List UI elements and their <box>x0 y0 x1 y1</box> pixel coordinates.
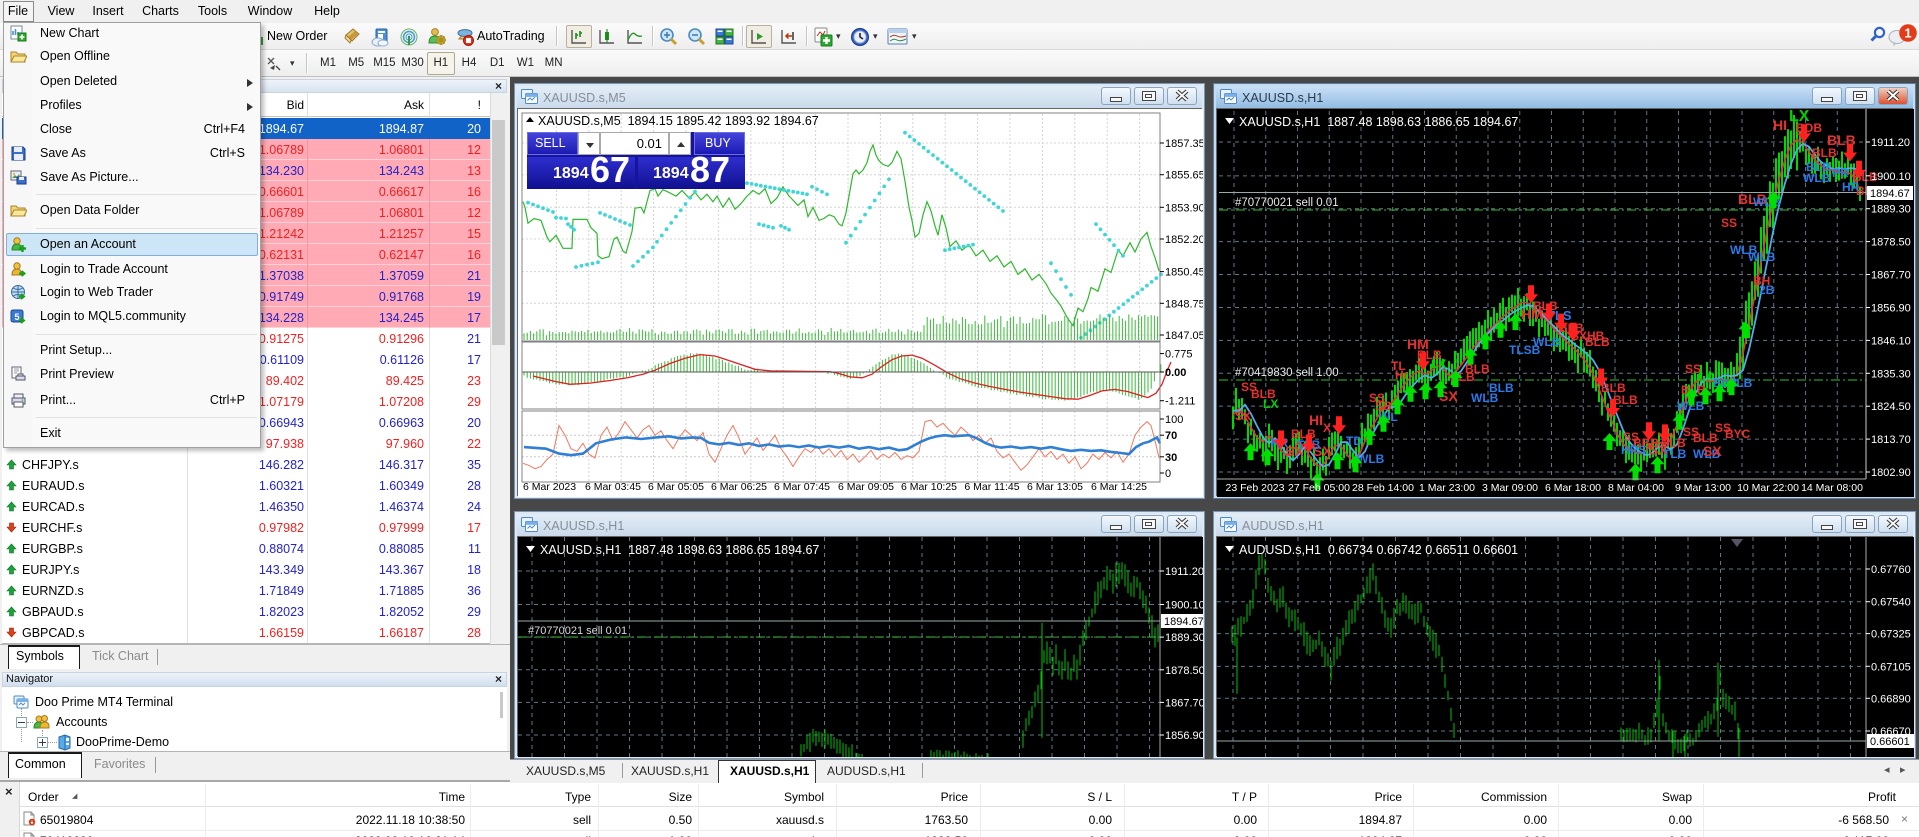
svg-text:TLB: TLB <box>1663 447 1687 461</box>
svg-text:X: X <box>1323 421 1331 435</box>
svg-text:LX: LX <box>1698 370 1713 384</box>
svg-text:0.67540: 0.67540 <box>1871 597 1911 609</box>
svg-text:0.66890: 0.66890 <box>1871 693 1911 705</box>
svg-text:1900.10: 1900.10 <box>1871 171 1911 183</box>
svg-text:BLB: BLB <box>1613 393 1638 407</box>
svg-text:HRS: HRS <box>1621 443 1646 457</box>
svg-text:XAUUSD.s,H1 1887.48 1898.63 1: XAUUSD.s,H1 1887.48 1898.63 1886.65 1894… <box>1239 115 1518 129</box>
svg-text:1850.45: 1850.45 <box>1165 267 1203 279</box>
svg-text:HR: HR <box>1842 180 1860 194</box>
svg-text:1856.90: 1856.90 <box>1165 730 1203 742</box>
svg-text:SX: SX <box>1235 409 1251 423</box>
svg-text:WLB: WLB <box>1533 335 1561 349</box>
svg-text:1847.05: 1847.05 <box>1165 330 1203 342</box>
svg-text:1889.30: 1889.30 <box>1871 204 1911 216</box>
svg-text:14 Mar 08:00: 14 Mar 08:00 <box>1801 482 1863 494</box>
svg-text:#70770021 sell 0.01: #70770021 sell 0.01 <box>528 625 627 637</box>
svg-text:6 Mar 11:45: 6 Mar 11:45 <box>964 481 1019 493</box>
svg-text:1824.50: 1824.50 <box>1871 401 1911 413</box>
svg-text:BDB: BDB <box>1796 121 1822 135</box>
svg-text:Hr: Hr <box>1395 368 1409 382</box>
svg-text:HI: HI <box>1309 412 1323 428</box>
svg-text:BYC: BYC <box>1725 427 1751 441</box>
svg-text:1 Mar 23:00: 1 Mar 23:00 <box>1419 482 1475 494</box>
svg-text:10 Mar 22:00: 10 Mar 22:00 <box>1737 482 1799 494</box>
svg-text:SS: SS <box>1721 216 1737 230</box>
svg-text:1894.67: 1894.67 <box>1870 188 1910 200</box>
svg-text:WLB: WLB <box>1748 250 1776 264</box>
svg-text:#70770021 sell 0.01: #70770021 sell 0.01 <box>1235 197 1339 209</box>
svg-text:1853.90: 1853.90 <box>1165 202 1203 214</box>
svg-text:6 Mar 14:25: 6 Mar 14:25 <box>1091 481 1147 493</box>
svg-text:1856.90: 1856.90 <box>1871 303 1911 315</box>
svg-text:1802.90: 1802.90 <box>1871 467 1911 479</box>
svg-text:1900.10: 1900.10 <box>1165 600 1203 612</box>
svg-text:5: 5 <box>14 312 19 322</box>
svg-text:BLB: BLB <box>1812 146 1837 160</box>
svg-text:6 Mar 18:00: 6 Mar 18:00 <box>1545 482 1601 494</box>
svg-text:LX: LX <box>1263 397 1278 411</box>
svg-text:WLB: WLB <box>1803 171 1831 185</box>
svg-text:XAUUSD.s,M5 1894.15 1895.42 1: XAUUSD.s,M5 1894.15 1895.42 1893.92 1894… <box>538 114 819 128</box>
svg-text:6 Mar 05:05: 6 Mar 05:05 <box>648 481 704 493</box>
svg-text:6 Mar 10:25: 6 Mar 10:25 <box>901 481 957 493</box>
svg-text:1889.30: 1889.30 <box>1165 632 1203 644</box>
svg-text:XAUUSD.s,H1 1887.48 1898.63 1: XAUUSD.s,H1 1887.48 1898.63 1886.65 1894… <box>540 543 819 557</box>
svg-text:70: 70 <box>1165 430 1177 442</box>
svg-text:6 Mar 2023: 6 Mar 2023 <box>523 481 576 493</box>
svg-text:0.775: 0.775 <box>1165 349 1193 361</box>
svg-text:3 Mar 09:00: 3 Mar 09:00 <box>1482 482 1538 494</box>
svg-text:AUDUSD.s,H1 0.66734 0.66742 0: AUDUSD.s,H1 0.66734 0.66742 0.66511 0.66… <box>1239 543 1518 557</box>
svg-text:HI: HI <box>1773 117 1787 133</box>
svg-text:1911.20: 1911.20 <box>1165 566 1203 578</box>
svg-text:0.67760: 0.67760 <box>1871 564 1911 576</box>
svg-text:6 Mar 07:45: 6 Mar 07:45 <box>774 481 830 493</box>
svg-text:2B: 2B <box>1759 283 1775 297</box>
svg-text:#70419830 sell 1.00: #70419830 sell 1.00 <box>1235 367 1339 379</box>
svg-text:BLB: BLB <box>1585 335 1610 349</box>
svg-text:1852.20: 1852.20 <box>1165 234 1203 246</box>
svg-text:1813.70: 1813.70 <box>1871 434 1911 446</box>
svg-text:100: 100 <box>1165 414 1183 426</box>
svg-text:6 Mar 03:45: 6 Mar 03:45 <box>585 481 641 493</box>
svg-text:0: 0 <box>1165 468 1171 480</box>
svg-text:PR: PR <box>1832 166 1849 180</box>
svg-text:30: 30 <box>1165 452 1177 464</box>
svg-text:1867.70: 1867.70 <box>1165 697 1203 709</box>
svg-text:1835.30: 1835.30 <box>1871 368 1911 380</box>
svg-text:1867.70: 1867.70 <box>1871 270 1911 282</box>
svg-text:28 Feb 14:00: 28 Feb 14:00 <box>1352 482 1414 494</box>
svg-text:BLB: BLB <box>1489 381 1514 395</box>
svg-text:1: 1 <box>1904 26 1911 41</box>
svg-text:1855.65: 1855.65 <box>1165 170 1203 182</box>
svg-text:1848.75: 1848.75 <box>1165 298 1203 310</box>
svg-text:1846.10: 1846.10 <box>1871 335 1911 347</box>
svg-text:1911.20: 1911.20 <box>1871 137 1910 149</box>
svg-text:SX: SX <box>1703 443 1722 459</box>
svg-text:0.00: 0.00 <box>1165 367 1186 379</box>
svg-text:9 Mar 13:00: 9 Mar 13:00 <box>1675 482 1731 494</box>
svg-text:27 Feb 05:00: 27 Feb 05:00 <box>1288 482 1350 494</box>
svg-text:LX: LX <box>1431 357 1446 371</box>
svg-text:1894.67: 1894.67 <box>1164 616 1203 628</box>
svg-text:8 Mar 04:00: 8 Mar 04:00 <box>1608 482 1664 494</box>
svg-text:0.67105: 0.67105 <box>1871 661 1911 673</box>
svg-text:TD: TD <box>1346 434 1362 448</box>
svg-text:1878.50: 1878.50 <box>1165 665 1203 677</box>
svg-text:0.66601: 0.66601 <box>1870 736 1910 748</box>
svg-text:-1.211: -1.211 <box>1165 396 1195 408</box>
svg-text:1857.35: 1857.35 <box>1165 138 1203 150</box>
svg-text:0.67325: 0.67325 <box>1871 629 1911 641</box>
svg-text:6 Mar 13:05: 6 Mar 13:05 <box>1027 481 1083 493</box>
svg-text:1878.50: 1878.50 <box>1871 237 1911 249</box>
svg-text:23 Feb 2023: 23 Feb 2023 <box>1226 482 1285 494</box>
svg-text:WLB: WLB <box>1357 452 1385 466</box>
svg-text:6 Mar 09:05: 6 Mar 09:05 <box>838 481 894 493</box>
svg-text:6 Mar 06:25: 6 Mar 06:25 <box>711 481 767 493</box>
